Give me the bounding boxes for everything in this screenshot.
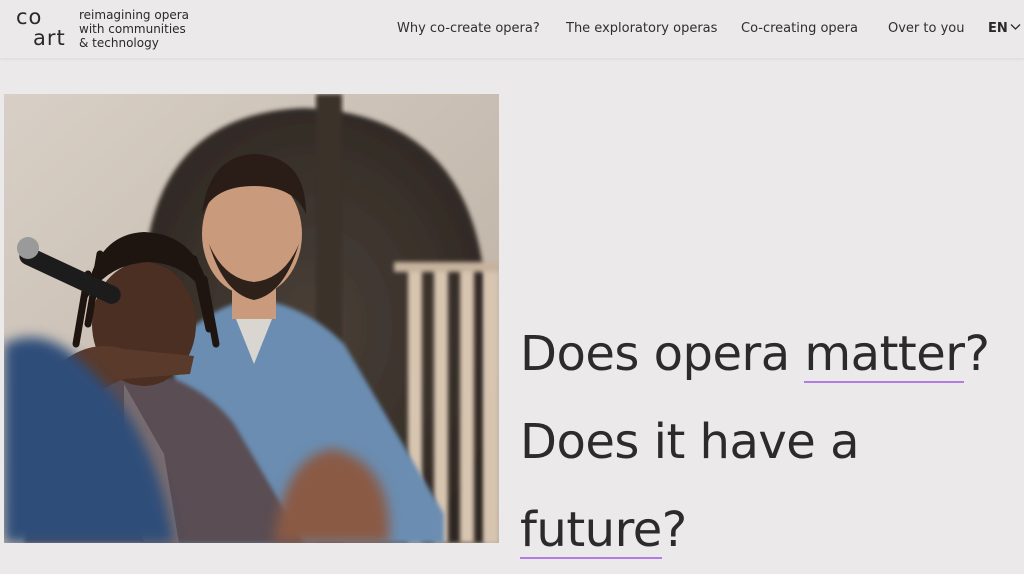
tagline-line: reimagining opera: [79, 8, 189, 22]
tagline-line: with communities: [79, 22, 186, 36]
nav-item-over-to-you[interactable]: Over to you: [888, 20, 964, 38]
hero-headline: Does opera matter? Does it have a future…: [520, 310, 1000, 574]
hero-photo: [4, 94, 499, 543]
headline-text: ?: [661, 502, 687, 559]
headline-line-3: future?: [520, 486, 1000, 574]
highlighted-word-matter: matter: [804, 326, 965, 384]
headline-text: Does it have a: [520, 414, 859, 471]
language-label: EN: [988, 21, 1008, 36]
tagline-line: & technology: [79, 36, 159, 50]
chevron-down-icon: [1010, 24, 1021, 30]
logo-link[interactable]: co art reimagining opera with communitie…: [0, 0, 200, 58]
logo-line-co: co: [16, 5, 43, 29]
site-header: co art reimagining opera with communitie…: [0, 0, 1024, 58]
headline-line-1: Does opera matter?: [520, 310, 1000, 398]
nav-item-why-co-create[interactable]: Why co-create opera?: [397, 20, 540, 38]
headline-line-2: Does it have a: [520, 398, 1000, 486]
nav-item-exploratory-operas[interactable]: The exploratory operas: [566, 20, 717, 38]
headline-text: Does opera: [520, 326, 805, 383]
highlighted-word-future: future: [520, 502, 662, 560]
nav-item-co-creating-opera[interactable]: Co-creating opera: [741, 20, 858, 38]
logo: co art: [16, 6, 74, 52]
logo-line-art: art: [33, 26, 66, 50]
headline-text: ?: [964, 326, 990, 383]
hero-photo-illustration: [4, 94, 499, 543]
tagline: reimagining opera with communities & tec…: [79, 8, 199, 50]
